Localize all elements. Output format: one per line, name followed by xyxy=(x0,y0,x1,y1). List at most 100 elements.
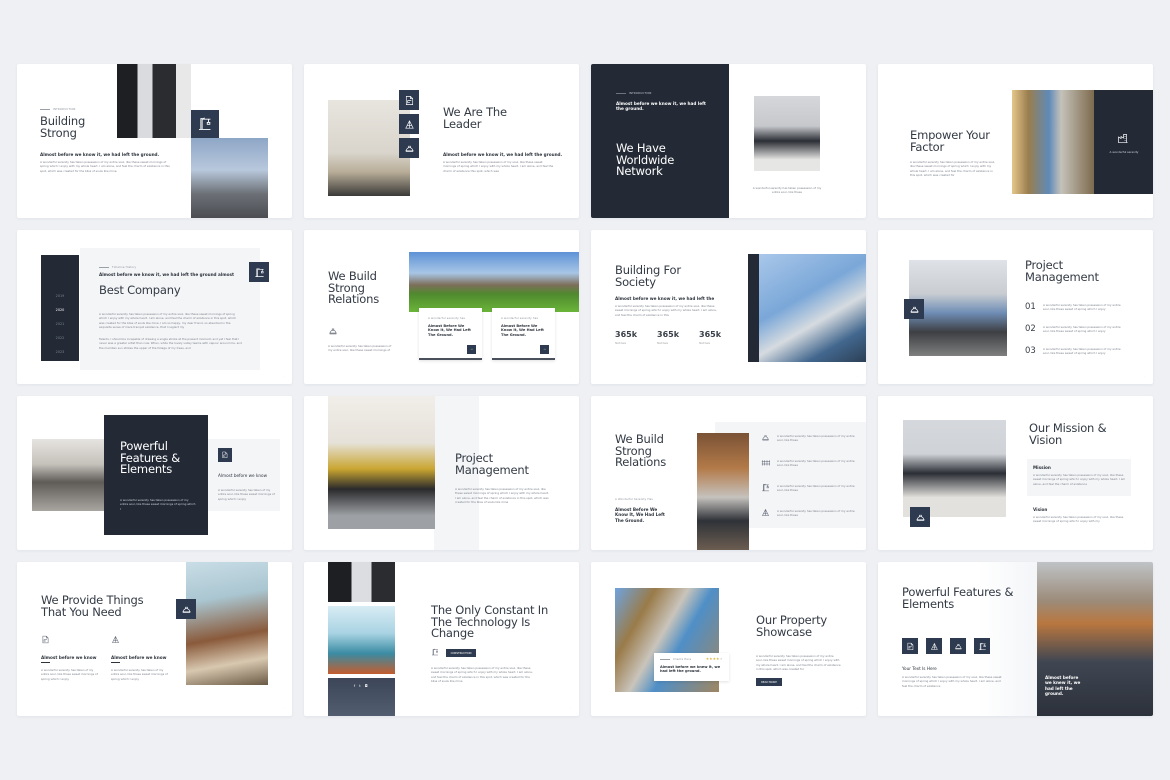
helmet-icon[interactable] xyxy=(950,638,966,654)
crane-skyline-photo xyxy=(328,606,395,674)
slide-powerful-features-2[interactable]: Powerful Features & Elements Your Text I… xyxy=(878,562,1153,716)
stat-value: 365k xyxy=(657,330,680,339)
page-number: · xyxy=(283,706,284,710)
slide-title: Building For Society xyxy=(615,263,681,289)
slide-body: A wonderful serenity has taken possessio… xyxy=(443,160,554,173)
slide-title: We Are The Leader xyxy=(443,105,507,131)
slide-label: INTRODUCTION xyxy=(53,108,76,111)
mission-body: A wonderful serenity has taken possessio… xyxy=(1033,473,1126,486)
slide-we-are-the-leader[interactable]: We Are The Leader Almost before we know … xyxy=(304,64,579,218)
slide-powerful-features-dark[interactable]: Powerful Features & Elements A wonderful… xyxy=(17,396,292,550)
item-text: A wonderful serenity has taken possessio… xyxy=(1043,303,1121,312)
building-photo-bw xyxy=(117,64,191,138)
slide-worldwide-network[interactable]: INTRODUCTION Almost before we know it, w… xyxy=(591,64,866,218)
mission-title: Mission xyxy=(1033,465,1051,470)
timeline-year[interactable]: 2019 xyxy=(41,294,79,298)
business-team-photo xyxy=(903,420,1006,517)
page-number: · xyxy=(857,706,858,710)
helmet-icon xyxy=(761,433,770,444)
helmet-icon xyxy=(904,299,924,319)
slide-subtitle: Almost before we know it, we had left th… xyxy=(616,101,706,112)
slide-label: Timeline History xyxy=(112,266,137,269)
slide-subtitle: Almost before we know it, we had left th… xyxy=(443,152,563,157)
building-photo-bw xyxy=(328,562,395,602)
feature-body: A wonderful serenity has taken of my ent… xyxy=(111,668,168,681)
list-item-text: A wonderful serenity has taken possessio… xyxy=(777,484,855,493)
business-team-photo xyxy=(754,96,820,171)
read-more-button[interactable]: READ MORE xyxy=(756,678,782,686)
slide-title: Powerful Features & Elements xyxy=(120,439,181,477)
slide-body: A wonderful serenity has taken possessio… xyxy=(910,160,996,177)
slide-body: A wonderful serenity has taken possessio… xyxy=(431,666,533,683)
slide-title: Project Management xyxy=(1025,258,1099,284)
construction-button[interactable]: CONSTRUCTION xyxy=(446,649,476,657)
card-arrow-button[interactable]: → xyxy=(540,345,549,354)
slide-label: INTRODUCTION xyxy=(629,92,652,95)
skyscraper-photo xyxy=(759,254,866,362)
page-number: · xyxy=(857,374,858,378)
blueprint-icon[interactable] xyxy=(902,638,918,654)
blueprint-icon xyxy=(399,90,419,110)
review-text: Almost before we knew it, we had left th… xyxy=(660,665,721,674)
star-rating: ★★★★★ xyxy=(705,657,723,661)
stat-label: Text here xyxy=(657,342,668,345)
meeting-lounge-photo xyxy=(328,396,435,529)
blueprint-icon xyxy=(41,635,50,646)
slide-property-showcase[interactable]: Clients Here ★★★★★ Almost before we knew… xyxy=(591,562,866,716)
drafting-icon xyxy=(111,635,120,646)
page-number: · xyxy=(570,706,571,710)
slide-title: Building Strong xyxy=(40,114,86,140)
timeline-year[interactable]: 2022 xyxy=(41,336,79,340)
timeline-sidebar: 2019 2020 2021 2022 2023 xyxy=(41,255,79,361)
feature-body: A wonderful serenity has taken of my ent… xyxy=(41,668,98,681)
slide-title: Project Management xyxy=(455,451,529,477)
list-item-text: A wonderful serenity has taken possessio… xyxy=(777,459,855,468)
review-label: Clients Here xyxy=(673,658,692,661)
slide-empower-your-factor[interactable]: Empower Your Factor A wonderful serenity… xyxy=(878,64,1153,218)
vision-title: Vision xyxy=(1033,507,1048,512)
slide-only-constant[interactable]: f t ◘ The Only Constant In The Technolog… xyxy=(304,562,579,716)
slide-title: Powerful Features & Elements xyxy=(902,585,1014,611)
feature-divider xyxy=(41,662,50,663)
slide-subtitle: Almost before we know it, we had left th… xyxy=(99,272,235,277)
crane-icon xyxy=(191,110,219,138)
slide-strong-relations-2[interactable]: We Build Strong Relations A Wonderful Se… xyxy=(591,396,866,550)
slide-strong-relations[interactable]: We Build Strong Relations A wonderful se… xyxy=(304,230,579,384)
slide-mission-vision[interactable]: Our Mission & Vision Mission A wonderful… xyxy=(878,396,1153,550)
social-icons: f t ◘ xyxy=(328,684,395,688)
card-label: A wonderful serenity has xyxy=(428,317,466,320)
page-number: · xyxy=(1144,540,1145,544)
factory-icon xyxy=(1112,127,1134,149)
slide-title: Best Company xyxy=(99,283,181,297)
slide-body: A wonderful serenity has taken possessio… xyxy=(328,344,392,353)
info-card[interactable]: A wonderful serenity has Almost Before W… xyxy=(492,308,555,360)
facebook-icon[interactable]: f xyxy=(354,684,357,688)
item-text: A wonderful serenity has taken possessio… xyxy=(1043,347,1121,356)
slide-provide-things[interactable]: We Provide Things That You Need Almost b… xyxy=(17,562,292,716)
drafting-icon xyxy=(399,114,419,134)
slide-subtitle: Almost before we know it, we had left th… xyxy=(40,152,160,157)
slide-building-for-society[interactable]: Building For Society Almost before we kn… xyxy=(591,230,866,384)
instagram-icon[interactable]: ◘ xyxy=(365,684,369,688)
page-number: · xyxy=(570,374,571,378)
crane-icon[interactable] xyxy=(974,638,990,654)
card-title: Almost Before We Know It, We Had Left Th… xyxy=(428,324,471,337)
side-title: Almost before we know xyxy=(218,473,268,478)
drafting-icon[interactable] xyxy=(926,638,942,654)
slide-project-management-2[interactable]: Project Management A wonderful serenity … xyxy=(304,396,579,550)
slide-best-company[interactable]: 2019 2020 2021 2022 2023 Timeline Histor… xyxy=(17,230,292,384)
helmet-icon xyxy=(399,138,419,158)
slide-title: Our Property Showcase xyxy=(756,613,827,639)
slide-label: A Wonderful Serenity Has xyxy=(615,498,653,501)
office-meeting-photo xyxy=(328,100,410,196)
card-arrow-button[interactable]: → xyxy=(467,345,476,354)
slide-project-management[interactable]: Project Management 01 A wonderful sereni… xyxy=(878,230,1153,384)
slide-body: A wonderful serenity has taken possessio… xyxy=(120,498,196,511)
slide-building-strong[interactable]: INTRODUCTION Building Strong Almost befo… xyxy=(17,64,292,218)
timeline-year[interactable]: 2023 xyxy=(41,350,79,354)
timeline-year-active[interactable]: 2020 xyxy=(41,308,79,312)
info-card[interactable]: A wonderful serenity has Almost Before W… xyxy=(419,308,482,360)
timeline-year[interactable]: 2021 xyxy=(41,322,79,326)
twitter-icon[interactable]: t xyxy=(359,684,362,688)
slide-body: A wonderful serenity has taken possessio… xyxy=(455,487,549,504)
